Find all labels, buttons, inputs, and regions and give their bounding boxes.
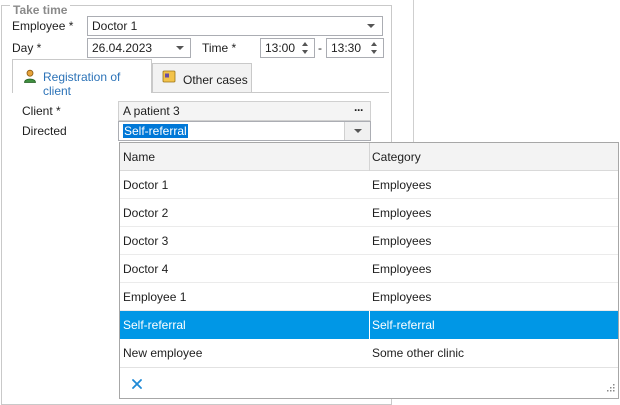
spin-down-icon[interactable] — [302, 50, 308, 54]
grid-row[interactable]: Doctor 4 Employees — [120, 255, 618, 283]
row-category: Employees — [372, 206, 432, 220]
grid-row[interactable]: Doctor 3 Employees — [120, 227, 618, 255]
row-category: Self-referral — [372, 318, 435, 332]
row-name: Doctor 1 — [123, 178, 169, 192]
directed-value[interactable]: Self-referral — [123, 124, 188, 138]
grid-row[interactable]: Doctor 1 Employees — [120, 171, 618, 199]
client-value: A patient 3 — [123, 104, 180, 118]
grid-footer — [120, 367, 618, 398]
resize-grip-icon[interactable] — [605, 381, 615, 395]
time-end-input[interactable]: 13:30 — [326, 38, 384, 58]
grid-header: Name Category — [120, 143, 618, 171]
row-name: New employee — [123, 346, 203, 360]
row-name: Doctor 2 — [123, 206, 169, 220]
time-separator: - — [318, 41, 322, 55]
time-end-spinner[interactable] — [369, 39, 381, 57]
row-name: Self-referral — [123, 318, 186, 332]
column-header-name[interactable]: Name — [123, 150, 155, 164]
row-category: Employees — [372, 178, 432, 192]
time-start-value: 13:00 — [265, 41, 296, 55]
directed-dropdown-grid: Name Category Doctor 1 Employees Doctor … — [119, 142, 619, 399]
time-label: Time * — [202, 41, 237, 55]
row-category: Some other clinic — [372, 346, 465, 360]
client-field[interactable]: A patient 3 ··· — [118, 101, 371, 121]
more-options-icon[interactable]: ··· — [354, 103, 364, 117]
row-category: Employees — [372, 290, 432, 304]
row-category: Employees — [372, 262, 432, 276]
row-name: Doctor 4 — [123, 262, 169, 276]
day-date-picker[interactable]: 26.04.2023 — [87, 38, 191, 58]
client-label: Client * — [22, 104, 61, 118]
time-start-spinner[interactable] — [300, 39, 312, 57]
grid-row-selected[interactable]: Self-referral Self-referral — [120, 311, 618, 339]
time-start-input[interactable]: 13:00 — [260, 38, 315, 58]
group-title: Take time — [10, 3, 71, 17]
row-name: Employee 1 — [123, 290, 187, 304]
person-icon — [23, 69, 37, 86]
close-icon[interactable] — [132, 378, 142, 392]
tab-registration-of-client[interactable]: Registration of client — [12, 59, 152, 98]
day-label: Day * — [12, 41, 42, 55]
tab-strip-line — [152, 92, 389, 93]
employee-select[interactable]: Doctor 1 — [87, 16, 383, 36]
grid-row[interactable]: New employee Some other clinic — [120, 339, 618, 367]
column-divider — [369, 143, 370, 171]
cases-icon — [162, 69, 176, 86]
chevron-down-icon[interactable] — [367, 24, 375, 28]
grid-row[interactable]: Doctor 2 Employees — [120, 199, 618, 227]
directed-label: Directed — [22, 124, 67, 138]
tab-other-cases[interactable]: Other cases — [152, 63, 252, 92]
directed-select[interactable]: Self-referral — [118, 121, 371, 141]
spin-up-icon[interactable] — [371, 42, 377, 46]
tab-label: Registration of client — [43, 70, 121, 98]
spin-down-icon[interactable] — [371, 50, 377, 54]
row-name: Doctor 3 — [123, 234, 169, 248]
grid-row[interactable]: Employee 1 Employees — [120, 283, 618, 311]
tab-label: Other cases — [183, 73, 248, 87]
time-end-value: 13:30 — [331, 41, 362, 55]
chevron-down-icon[interactable] — [176, 46, 184, 50]
spin-up-icon[interactable] — [302, 42, 308, 46]
day-value: 26.04.2023 — [92, 41, 153, 55]
employee-label: Employee * — [12, 19, 74, 33]
column-header-category[interactable]: Category — [372, 150, 421, 164]
row-category: Employees — [372, 234, 432, 248]
column-divider — [369, 311, 370, 339]
employee-value: Doctor 1 — [92, 19, 138, 33]
directed-dropdown-button[interactable] — [344, 122, 370, 140]
chevron-down-icon[interactable] — [354, 129, 362, 133]
